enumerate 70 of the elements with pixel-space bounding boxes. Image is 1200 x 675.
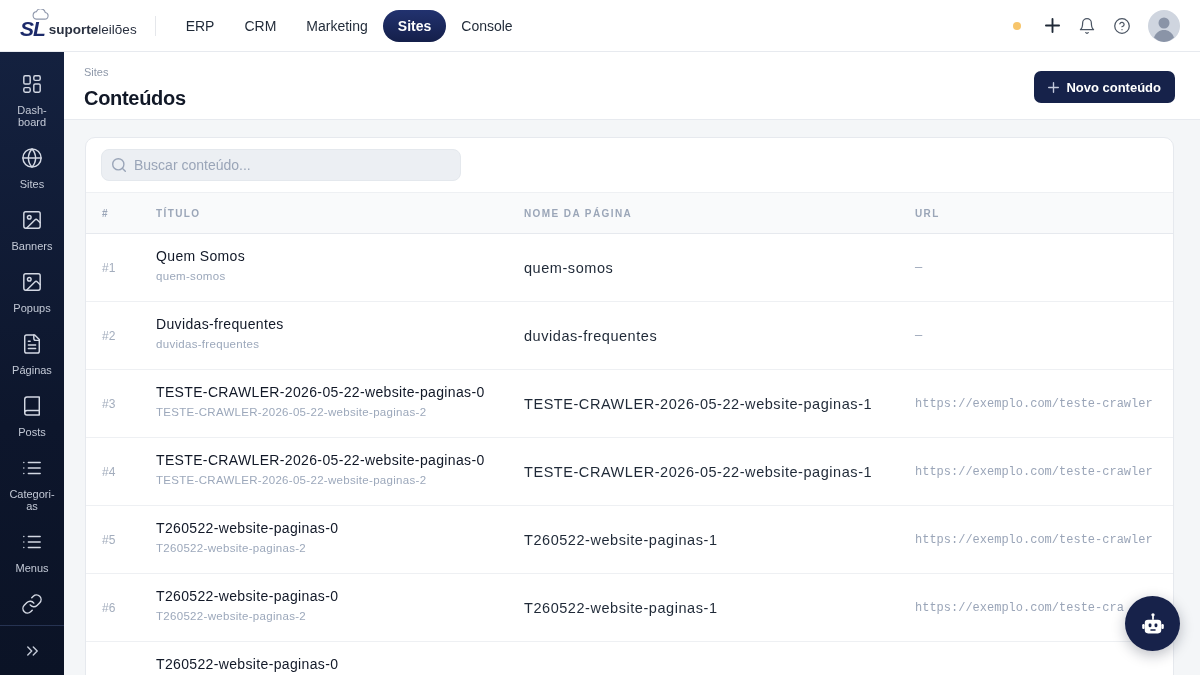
sidebar-item[interactable]: Páginas — [0, 324, 64, 386]
sidebar-item[interactable]: Sites — [0, 138, 64, 200]
content-title: T260522-website-paginas-0 — [156, 588, 339, 604]
page-name: quem-somos — [524, 259, 614, 276]
page-name: T260522-website-paginas-1 — [524, 531, 718, 548]
chevrons-right-icon[interactable] — [26, 645, 38, 656]
url-text: — — [915, 260, 923, 275]
url-text: https://exemplo.com/teste-crawler — [915, 396, 1153, 411]
content-slug: duvidas-frequentes — [156, 337, 260, 351]
nav-tab[interactable]: CRM — [229, 9, 292, 42]
content-title: Quem Somos — [156, 248, 246, 264]
column-header: # — [101, 207, 110, 219]
row-number: #1 — [102, 260, 116, 275]
row-number: #6 — [102, 600, 116, 615]
avatar-icon[interactable] — [1148, 9, 1180, 42]
search-field[interactable]: Buscar conteúdo... — [101, 149, 461, 181]
sidebar-item[interactable]: Menus — [0, 522, 64, 584]
nav-tab[interactable]: Console — [446, 9, 528, 42]
cloud-icon — [32, 9, 49, 20]
row-number: #4 — [102, 464, 116, 479]
row-number: #5 — [102, 532, 116, 547]
status-dot-icon — [1013, 21, 1021, 30]
page-name: TESTE-CRAWLER-2026-05-22-website-paginas-1 — [524, 463, 873, 480]
sidebar-item[interactable]: Dash-board — [0, 64, 64, 138]
row-number: #2 — [102, 328, 116, 343]
new-content-button[interactable]: Novo conteúdo — [1034, 71, 1175, 103]
image-icon — [22, 210, 42, 230]
document-icon — [22, 334, 42, 354]
content-slug: TESTE-CRAWLER-2026-05-22-website-paginas-2 — [156, 405, 427, 419]
content-slug: TESTE-CRAWLER-2026-05-22-website-paginas-2 — [156, 473, 427, 487]
url-text: https://exemplo.com/teste-cra — [915, 600, 1124, 615]
nav-tab[interactable]: Marketing — [291, 9, 383, 42]
page-name: TESTE-CRAWLER-2026-05-22-website-paginas-1 — [524, 395, 873, 412]
content-title: T260522-website-paginas-0 — [156, 520, 339, 536]
page-name: duvidas-frequentes — [524, 327, 658, 344]
logo-wordmark: suporteleilões — [48, 22, 137, 38]
content-title: Duvidas-frequentes — [156, 316, 284, 332]
book-icon — [22, 396, 42, 416]
robot-icon — [1141, 613, 1164, 634]
nav-tab[interactable]: ERP — [170, 9, 230, 42]
bell-icon[interactable] — [1079, 17, 1095, 34]
link-icon[interactable] — [22, 594, 42, 614]
sidebar-item[interactable]: Popups — [0, 262, 64, 324]
logo-mark: SL — [20, 19, 45, 38]
column-header: NOME DA PÁGINA — [523, 207, 634, 219]
content-title: TESTE-CRAWLER-2026-05-22-website-paginas-0 — [156, 384, 485, 400]
plus-icon — [1048, 81, 1060, 93]
column-header: TÍTULO — [155, 207, 202, 219]
plus-icon[interactable] — [1045, 18, 1060, 33]
page-name: T260522-website-paginas-1 — [524, 599, 718, 616]
page-title: Conteúdos — [84, 86, 186, 110]
content-slug: T260522-website-paginas-2 — [156, 541, 307, 555]
url-text: — — [915, 328, 923, 343]
help-icon[interactable] — [1114, 17, 1130, 34]
dashboard-grid-icon — [22, 74, 42, 94]
sidebar-item[interactable]: Posts — [0, 386, 64, 448]
sidebar-item[interactable]: Banners — [0, 200, 64, 262]
row-number: #3 — [102, 396, 116, 411]
url-text: https://exemplo.com/teste-crawler — [915, 464, 1153, 479]
image-icon — [22, 272, 42, 292]
column-header: URL — [914, 207, 941, 219]
content-title: T260522-website-paginas-0 — [156, 656, 339, 672]
search-icon — [112, 158, 126, 172]
nav-tab[interactable]: Sites — [382, 9, 447, 42]
content-title: TESTE-CRAWLER-2026-05-22-website-paginas-0 — [156, 452, 485, 468]
content-slug: quem-somos — [156, 269, 226, 283]
globe-icon — [22, 148, 42, 168]
content-slug: T260522-website-paginas-2 — [156, 609, 307, 623]
url-text: https://exemplo.com/teste-crawler — [915, 532, 1153, 547]
sidebar-item[interactable]: Categori-as — [0, 448, 64, 522]
